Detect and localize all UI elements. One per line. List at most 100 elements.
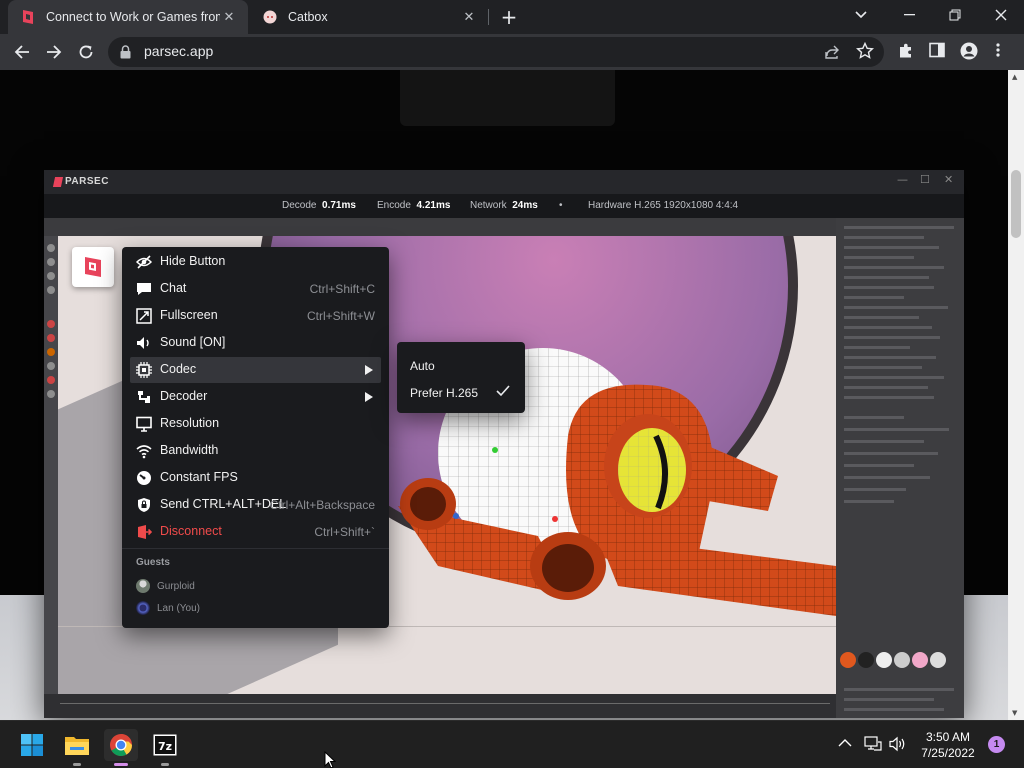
forward-arrow-icon[interactable] bbox=[40, 38, 68, 66]
chip-icon bbox=[136, 362, 152, 378]
tab-close-icon[interactable]: ✕ bbox=[460, 8, 478, 26]
catbox-favicon-icon bbox=[262, 9, 278, 25]
tray-overflow-chevron-icon[interactable] bbox=[838, 737, 852, 752]
tab-separator bbox=[488, 9, 489, 25]
parsec-logo-icon: PARSEC bbox=[52, 176, 109, 187]
back-arrow-icon[interactable] bbox=[8, 38, 36, 66]
address-bar[interactable]: parsec.app bbox=[108, 37, 884, 67]
clock-date: 7/25/2022 bbox=[921, 746, 975, 760]
eye-off-icon bbox=[136, 255, 152, 269]
wifi-icon bbox=[136, 445, 152, 459]
remote-left-toolbar bbox=[44, 236, 58, 696]
menu-item-send-ctrl-alt-del[interactable]: Send CTRL+ALT+DEL Ctrl+Alt+Backspace bbox=[130, 492, 381, 518]
gauge-icon bbox=[137, 471, 151, 485]
encode-stat: Encode 4.21ms bbox=[377, 200, 451, 211]
parsec-titlebar: PARSEC — ☐ ✕ bbox=[44, 170, 964, 194]
guest-avatar bbox=[136, 601, 150, 615]
menu-item-hide-button[interactable]: Hide Button bbox=[130, 249, 381, 275]
decoder-icon bbox=[138, 391, 150, 403]
menu-item-resolution[interactable]: Resolution bbox=[130, 411, 381, 437]
guest-item[interactable]: Gurploid bbox=[136, 578, 195, 594]
speaker-icon bbox=[137, 337, 149, 349]
minimize-icon[interactable] bbox=[886, 0, 932, 30]
remote-timeline bbox=[44, 694, 836, 718]
background-device bbox=[400, 70, 615, 126]
7zip-icon[interactable]: 7z bbox=[148, 729, 182, 766]
stat-dot-icon: • bbox=[559, 200, 563, 211]
svg-text:7z: 7z bbox=[158, 740, 172, 753]
browser-tab-strip: Connect to Work or Games from ✕ Catbox ✕… bbox=[0, 0, 1024, 34]
chat-icon bbox=[137, 283, 151, 295]
tab-title: Catbox bbox=[288, 10, 328, 24]
new-tab-plus-icon[interactable]: + bbox=[498, 6, 520, 28]
share-icon[interactable] bbox=[824, 44, 840, 64]
notification-badge[interactable]: 1 bbox=[988, 736, 1005, 753]
menu-item-decoder[interactable]: Decoder bbox=[130, 384, 381, 410]
tab-search-chevron-icon[interactable] bbox=[838, 0, 884, 30]
page-scrollbar[interactable]: ▲ ▼ bbox=[1008, 70, 1024, 720]
parsec-close-icon[interactable]: ✕ bbox=[944, 173, 953, 186]
windows-taskbar: 7z 3:50 AM 7/25/2022 1 bbox=[0, 720, 1024, 768]
submenu-arrow-icon bbox=[365, 392, 373, 402]
checkmark-icon bbox=[496, 385, 510, 397]
fullscreen-icon bbox=[136, 308, 152, 324]
guests-header: Guests bbox=[136, 557, 170, 568]
codec-option-prefer-h265[interactable]: Prefer H.265 bbox=[410, 386, 478, 400]
codec-option-auto[interactable]: Auto bbox=[410, 359, 435, 373]
parsec-overlay-menu: Hide Button Chat Ctrl+Shift+C Fullscreen… bbox=[122, 247, 389, 628]
guest-avatar bbox=[136, 579, 150, 593]
monitor-icon bbox=[136, 416, 152, 432]
windows-start-icon[interactable] bbox=[15, 729, 49, 761]
tab-title: Connect to Work or Games from bbox=[46, 10, 220, 24]
url-text[interactable]: parsec.app bbox=[144, 43, 213, 59]
menu-divider bbox=[122, 548, 389, 549]
remote-app-toolbar bbox=[44, 218, 964, 236]
stream-stats-bar: Decode 0.71ms Encode 4.21ms Network 24ms… bbox=[44, 194, 964, 218]
menu-item-codec[interactable]: Codec bbox=[130, 357, 381, 383]
system-clock[interactable]: 3:50 AM 7/25/2022 bbox=[912, 729, 984, 761]
menu-item-disconnect[interactable]: Disconnect Ctrl+Shift+` bbox=[130, 519, 381, 545]
menu-item-sound[interactable]: Sound [ON] bbox=[130, 330, 381, 356]
restore-icon[interactable] bbox=[932, 0, 978, 30]
scroll-up-arrow-icon[interactable]: ▲ bbox=[1012, 73, 1017, 81]
menu-item-bandwidth[interactable]: Bandwidth bbox=[130, 438, 381, 464]
kebab-menu-icon[interactable] bbox=[996, 42, 1000, 62]
browser-toolbar: parsec.app bbox=[0, 34, 1024, 70]
extensions-puzzle-icon[interactable] bbox=[897, 42, 915, 64]
parsec-maximize-icon[interactable]: ☐ bbox=[920, 173, 930, 186]
shield-lock-icon bbox=[138, 498, 150, 512]
tab-parsec[interactable]: Connect to Work or Games from ✕ bbox=[8, 0, 248, 34]
mouse-cursor-icon bbox=[324, 751, 336, 768]
network-status-icon[interactable] bbox=[864, 736, 882, 756]
menu-item-constant-fps[interactable]: Constant FPS bbox=[130, 465, 381, 491]
remote-object-manager-panel bbox=[836, 218, 964, 718]
parsec-logo-icon bbox=[85, 257, 101, 277]
submenu-arrow-icon bbox=[365, 365, 373, 375]
parsec-app-title: PARSEC bbox=[65, 176, 109, 187]
parsec-minimize-icon[interactable]: — bbox=[897, 173, 908, 186]
reload-icon[interactable] bbox=[72, 38, 100, 66]
file-explorer-icon[interactable] bbox=[60, 729, 94, 766]
profile-avatar-icon[interactable] bbox=[960, 42, 978, 64]
chrome-taskbar-icon[interactable] bbox=[104, 729, 138, 766]
tab-close-icon[interactable]: ✕ bbox=[220, 8, 238, 26]
scrollbar-thumb[interactable] bbox=[1011, 170, 1021, 238]
clock-time: 3:50 AM bbox=[925, 730, 971, 744]
close-window-icon[interactable] bbox=[978, 0, 1024, 30]
lock-icon[interactable] bbox=[120, 45, 131, 63]
tab-catbox[interactable]: Catbox ✕ bbox=[250, 0, 488, 34]
menu-item-chat[interactable]: Chat Ctrl+Shift+C bbox=[130, 276, 381, 302]
menu-item-fullscreen[interactable]: Fullscreen Ctrl+Shift+W bbox=[130, 303, 381, 329]
codec-submenu: Auto Prefer H.265 bbox=[397, 342, 525, 413]
parsec-overlay-button[interactable] bbox=[72, 247, 114, 287]
network-stat: Network 24ms bbox=[470, 200, 538, 211]
decode-stat: Decode 0.71ms bbox=[282, 200, 356, 211]
volume-icon[interactable] bbox=[889, 736, 907, 756]
side-panel-icon[interactable] bbox=[929, 42, 945, 62]
bookmark-star-icon[interactable] bbox=[855, 41, 875, 64]
parsec-favicon-icon bbox=[20, 9, 36, 25]
disconnect-icon bbox=[138, 525, 152, 539]
guest-item[interactable]: Lan (You) bbox=[136, 600, 200, 616]
hardware-stat: Hardware H.265 1920x1080 4:4:4 bbox=[588, 200, 739, 211]
scroll-down-arrow-icon[interactable]: ▼ bbox=[1012, 709, 1017, 717]
